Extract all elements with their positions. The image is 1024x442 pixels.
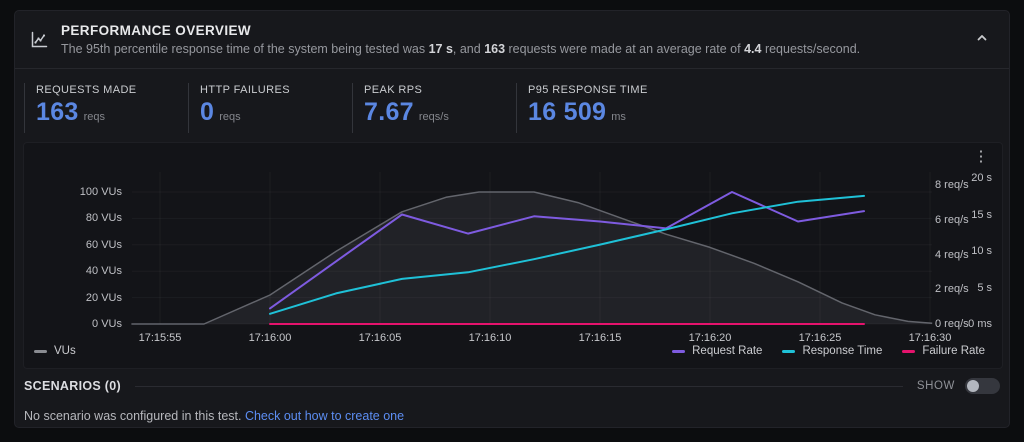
legend-swatch: [672, 350, 685, 353]
summary-value: 4.4: [744, 42, 761, 56]
legend-item-vus[interactable]: VUs: [34, 345, 76, 357]
kebab-icon: ⋮: [974, 148, 989, 165]
legend-item-failure-rate[interactable]: Failure Rate: [902, 345, 985, 357]
x-axis-tick: 17:16:30: [900, 331, 960, 345]
performance-overview-card: PERFORMANCE OVERVIEW The 95th percentile…: [14, 10, 1010, 428]
chart-menu-button[interactable]: ⋮: [972, 147, 990, 167]
stat-p95-response-time: P95 RESPONSE TIME 16 509 ms: [516, 83, 676, 133]
legend-swatch: [782, 350, 795, 353]
chevron-up-icon: [975, 31, 989, 48]
page-title: PERFORMANCE OVERVIEW: [61, 23, 971, 38]
scenarios-empty-message: No scenario was configured in this test.…: [24, 409, 404, 423]
toggle-knob: [967, 380, 979, 392]
y-axis-time-tick: 15 s: [952, 208, 992, 222]
y-axis-vus-tick: 60 VUs: [42, 238, 122, 252]
y-axis-time-tick: 10 s: [952, 244, 992, 258]
x-axis-tick: 17:16:10: [460, 331, 520, 345]
legend-item-request-rate[interactable]: Request Rate: [672, 345, 762, 357]
stat-unit: ms: [611, 111, 626, 123]
scenarios-title: SCENARIOS (0): [24, 379, 121, 393]
summary-value: 163: [484, 42, 505, 56]
summary-text: The 95th percentile response time of the…: [61, 42, 971, 56]
stat-unit: reqs: [84, 111, 105, 123]
stat-value: 7.67: [364, 98, 414, 127]
x-axis-tick: 17:16:15: [570, 331, 630, 345]
stat-value: 0: [200, 98, 214, 127]
stat-value: 163: [36, 98, 79, 127]
stats-row: REQUESTS MADE 163 reqs HTTP FAILURES 0 req…: [15, 79, 1009, 137]
stat-unit: reqs: [219, 111, 240, 123]
x-axis-tick: 17:16:25: [790, 331, 850, 345]
line-chart-icon: [27, 28, 51, 52]
y-axis-vus-tick: 80 VUs: [42, 211, 122, 225]
header-text: PERFORMANCE OVERVIEW The 95th percentile…: [61, 23, 971, 56]
stat-label: P95 RESPONSE TIME: [528, 84, 676, 96]
summary-fragment: The 95th percentile response time of the…: [61, 42, 429, 56]
stat-http-failures: HTTP FAILURES 0 reqs: [188, 83, 348, 133]
chart-legend: VUs Request Rate Response Time Failure Rat…: [24, 345, 1002, 361]
legend-item-response-time[interactable]: Response Time: [782, 345, 882, 357]
stat-label: PEAK RPS: [364, 84, 512, 96]
x-axis-tick: 17:15:55: [130, 331, 190, 345]
y-axis-vus-tick: 20 VUs: [42, 291, 122, 305]
y-axis-vus-tick: 40 VUs: [42, 264, 122, 278]
y-axis-time-tick: 5 s: [952, 281, 992, 295]
x-axis-tick: 17:16:20: [680, 331, 740, 345]
card-header: PERFORMANCE OVERVIEW The 95th percentile…: [15, 11, 1009, 69]
stat-unit: reqs/s: [419, 111, 449, 123]
collapse-button[interactable]: [971, 29, 993, 51]
y-axis-time-tick: 0 ms: [952, 317, 992, 331]
legend-label: Response Time: [802, 345, 882, 357]
chart-panel: 100 VUs80 VUs60 VUs40 VUs20 VUs0 VUs8 re…: [23, 142, 1003, 369]
legend-label: VUs: [54, 345, 76, 357]
legend-label: Failure Rate: [922, 345, 985, 357]
stat-label: REQUESTS MADE: [36, 84, 184, 96]
stat-peak-rps: PEAK RPS 7.67 reqs/s: [352, 83, 512, 133]
x-axis-tick: 17:16:05: [350, 331, 410, 345]
y-axis-vus-tick: 0 VUs: [42, 317, 122, 331]
summary-fragment: requests/second.: [761, 42, 860, 56]
stat-value: 16 509: [528, 98, 606, 127]
divider: [135, 386, 903, 387]
legend-swatch: [902, 350, 915, 353]
legend-label: Request Rate: [692, 345, 762, 357]
y-axis-time-tick: 20 s: [952, 171, 992, 185]
show-toggle[interactable]: [965, 378, 1000, 394]
summary-fragment: , and: [453, 42, 484, 56]
stat-requests-made: REQUESTS MADE 163 reqs: [24, 83, 184, 133]
summary-fragment: requests were made at an average rate of: [505, 42, 744, 56]
summary-value: 17 s: [429, 42, 453, 56]
create-scenario-link[interactable]: Check out how to create one: [245, 409, 404, 423]
stat-label: HTTP FAILURES: [200, 84, 348, 96]
x-axis-tick: 17:16:00: [240, 331, 300, 345]
empty-text: No scenario was configured in this test.: [24, 409, 245, 423]
show-label: SHOW: [917, 380, 955, 392]
y-axis-vus-tick: 100 VUs: [42, 185, 122, 199]
legend-swatch: [34, 350, 47, 353]
scenarios-header: SCENARIOS (0) SHOW: [24, 377, 1000, 395]
